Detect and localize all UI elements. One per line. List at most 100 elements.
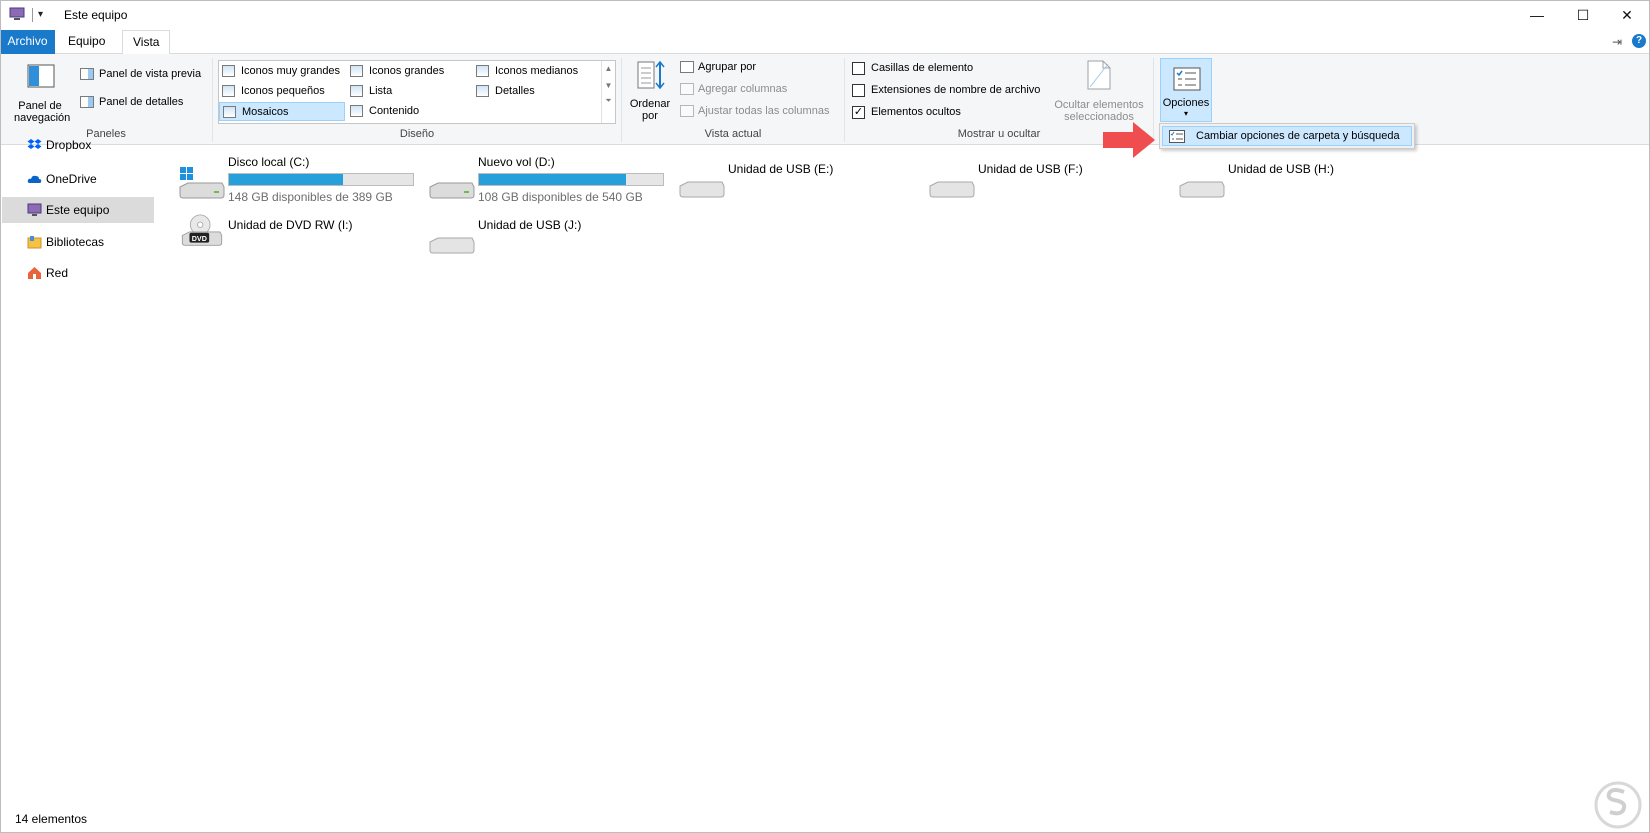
- nav-item-label: Red: [46, 266, 69, 280]
- tab-vista[interactable]: Vista: [122, 30, 171, 55]
- add-columns-icon: [680, 83, 694, 95]
- content-icon: [350, 105, 363, 117]
- nav-item-label: Dropbox: [46, 138, 92, 152]
- layout-item-label: Lista: [369, 85, 393, 97]
- drive-usage-bar: [478, 173, 664, 186]
- layout-list[interactable]: Lista: [347, 82, 471, 101]
- ribbon-collapse-icon[interactable]: ⇥: [1612, 35, 1622, 49]
- item-checkboxes-checkbox[interactable]: [852, 62, 865, 75]
- navigation-pane-button[interactable]: Panel de navegación: [8, 58, 72, 124]
- drive-tile-e[interactable]: Unidad de USB (E:): [678, 162, 918, 222]
- scroll-up-icon[interactable]: ▲: [602, 64, 615, 73]
- medium-icons-icon: [476, 65, 489, 77]
- drive-tile-c[interactable]: Disco local (C:) 148 GB disponibles de 3…: [178, 155, 418, 215]
- drive-tile-f[interactable]: Unidad de USB (F:): [928, 162, 1168, 222]
- hide-selected-icon: [1087, 60, 1111, 90]
- layout-content[interactable]: Contenido: [347, 102, 471, 121]
- usb-drive-icon: [1179, 181, 1225, 198]
- maximize-icon[interactable]: ☐: [1560, 0, 1606, 30]
- ribbon-tabs: Archivo Equipo Vista: [0, 30, 1650, 55]
- nav-item-bibliotecas[interactable]: Bibliotecas: [2, 229, 154, 255]
- hard-drive-icon: [429, 182, 475, 199]
- file-extensions-checkbox[interactable]: [852, 84, 865, 97]
- layout-gallery: Iconos muy grandes Iconos grandes Iconos…: [218, 60, 616, 124]
- pointer-arrow-icon: [1103, 122, 1155, 158]
- layout-details[interactable]: Detalles: [473, 82, 599, 101]
- help-icon[interactable]: ?: [1632, 34, 1646, 48]
- drive-tile-d[interactable]: Nuevo vol (D:) 108 GB disponibles de 540…: [428, 155, 668, 215]
- options-button[interactable]: Opciones ▾: [1160, 58, 1212, 122]
- drive-usage-bar: [228, 173, 414, 186]
- layout-item-label: Iconos medianos: [495, 65, 579, 77]
- group-by-label: Agrupar por: [698, 61, 757, 73]
- add-columns-button[interactable]: Agregar columnas: [680, 81, 800, 99]
- nav-item-label: Este equipo: [46, 203, 110, 217]
- hide-selected-button[interactable]: Ocultar elementos seleccionados: [1050, 58, 1148, 124]
- usb-drive-icon: [429, 237, 475, 254]
- nav-item-onedrive[interactable]: OneDrive: [2, 166, 154, 192]
- hidden-items-option[interactable]: ✓ Elementos ocultos: [852, 105, 992, 121]
- layout-tiles[interactable]: Mosaicos: [219, 102, 345, 121]
- close-icon[interactable]: ✕: [1604, 0, 1650, 30]
- drive-name: Unidad de DVD RW (I:): [228, 218, 353, 232]
- drive-name: Unidad de USB (J:): [478, 218, 582, 232]
- navigation-pane-label: Panel de navegación: [14, 100, 71, 124]
- sort-by-icon: [637, 60, 665, 90]
- options-icon: [1173, 67, 1201, 91]
- fit-columns-label: Ajustar todas las columnas: [698, 105, 830, 117]
- quick-access-dropdown-icon[interactable]: ▾: [38, 9, 43, 20]
- window-title: Este equipo: [64, 8, 128, 22]
- small-icons-icon: [222, 85, 235, 97]
- libraries-icon: [27, 236, 42, 249]
- details-pane-button[interactable]: Panel de detalles: [80, 94, 208, 112]
- sort-by-button[interactable]: Ordenar por: [624, 58, 674, 124]
- usb-drive-icon: [929, 181, 975, 198]
- nav-item-dropbox[interactable]: Dropbox: [2, 135, 154, 155]
- computer-icon: [9, 7, 25, 20]
- group-label-vista-actual: Vista actual: [704, 128, 762, 140]
- preview-pane-button[interactable]: Panel de vista previa: [80, 66, 208, 84]
- title-separator: [32, 8, 33, 22]
- hidden-items-label: Elementos ocultos: [871, 106, 961, 118]
- drive-usage-fill: [229, 174, 344, 185]
- site-logo-icon: [1594, 781, 1642, 829]
- layout-small-icons[interactable]: Iconos pequeños: [219, 82, 345, 101]
- scroll-down-icon[interactable]: ▼: [602, 81, 615, 90]
- group-by-icon: [680, 61, 694, 73]
- layout-item-label: Iconos muy grandes: [241, 65, 341, 77]
- minimize-icon[interactable]: —: [1514, 0, 1560, 30]
- group-by-button[interactable]: Agrupar por: [680, 59, 790, 77]
- item-checkboxes-label: Casillas de elemento: [871, 62, 974, 74]
- gallery-scroll[interactable]: ▲ ▼ ⏷: [601, 61, 615, 123]
- title-bar: ▾ Este equipo — ☐ ✕: [0, 0, 1650, 30]
- layout-medium-icons[interactable]: Iconos medianos: [473, 62, 599, 81]
- nav-item-red[interactable]: Red: [2, 260, 154, 286]
- drive-name: Unidad de USB (F:): [978, 162, 1083, 176]
- layout-item-label: Contenido: [369, 105, 420, 117]
- gallery-expand-icon[interactable]: ⏷: [602, 96, 615, 106]
- change-folder-options-item[interactable]: Cambiar opciones de carpeta y búsqueda: [1162, 126, 1412, 146]
- tab-archivo[interactable]: Archivo: [0, 30, 55, 54]
- preview-pane-icon: [80, 68, 94, 80]
- nav-item-este-equipo[interactable]: Este equipo: [2, 197, 154, 223]
- fit-columns-button[interactable]: Ajustar todas las columnas: [680, 103, 840, 121]
- file-extensions-option[interactable]: Extensiones de nombre de archivo: [852, 83, 1052, 99]
- add-columns-label: Agregar columnas: [698, 83, 788, 95]
- drive-tile-i[interactable]: DVD Unidad de DVD RW (I:): [178, 214, 418, 278]
- tab-equipo[interactable]: Equipo: [58, 30, 115, 54]
- layout-item-label: Iconos grandes: [369, 65, 445, 77]
- file-extensions-label: Extensiones de nombre de archivo: [871, 84, 1041, 96]
- drive-tile-j[interactable]: Unidad de USB (J:): [428, 218, 668, 278]
- layout-large-icons[interactable]: Iconos grandes: [347, 62, 471, 81]
- drive-name: Nuevo vol (D:): [478, 155, 555, 169]
- drive-name: Unidad de USB (E:): [728, 162, 834, 176]
- options-dropdown-icon: ▾: [1183, 109, 1188, 118]
- dvd-label: DVD: [192, 235, 207, 243]
- onedrive-icon: [27, 175, 42, 183]
- item-checkboxes-option[interactable]: Casillas de elemento: [852, 61, 992, 77]
- windows-drive-icon: [179, 167, 225, 199]
- layout-extra-large-icons[interactable]: Iconos muy grandes: [219, 62, 345, 81]
- drive-tile-h[interactable]: Unidad de USB (H:): [1178, 162, 1418, 222]
- hidden-items-checkbox[interactable]: ✓: [852, 106, 865, 119]
- large-icons-icon: [350, 65, 363, 77]
